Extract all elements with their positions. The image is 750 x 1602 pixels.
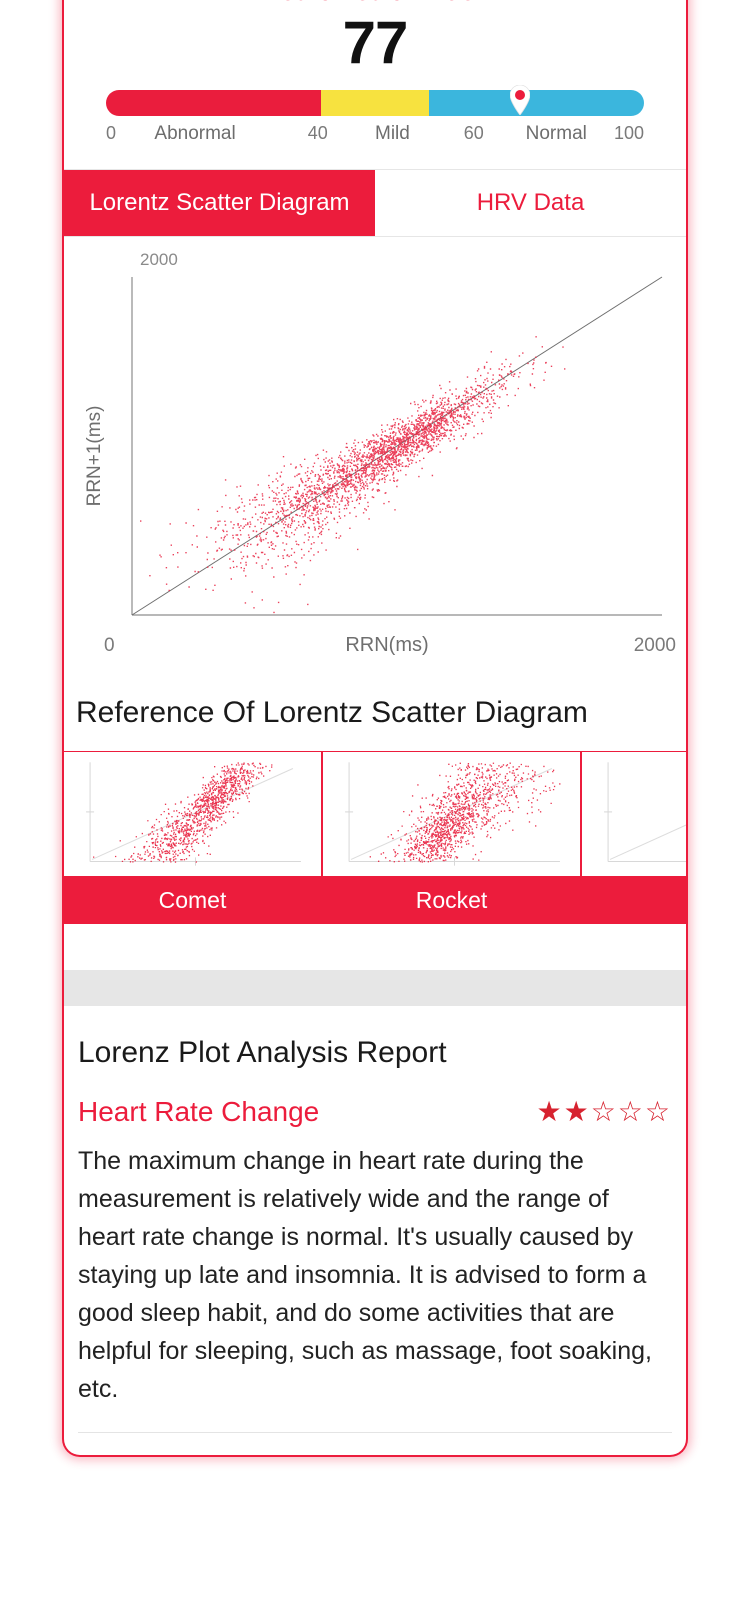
tab-lorentz-scatter-diagram[interactable]: Lorentz Scatter Diagram [64, 170, 375, 236]
gauge-zone-label-normal: Normal [525, 123, 587, 144]
tab-label: Lorentz Scatter Diagram [89, 189, 350, 216]
gauge-zone-label-abnormal: Abnormal [154, 123, 236, 144]
gauge-segment-mild [321, 90, 429, 116]
reference-card-label: Comet [64, 876, 321, 924]
reference-card-strip[interactable]: Comet Rocket [64, 751, 686, 924]
reference-card-comet[interactable]: Comet [64, 752, 323, 924]
svg-text:2000: 2000 [140, 250, 178, 269]
gauge-tick-60: 60 [463, 123, 484, 143]
health-gauge: 0 Abnormal 40 Mild 60 Normal 100 [64, 74, 686, 153]
reference-thumb-comet [64, 752, 321, 876]
gauge-segment-abnormal [106, 90, 322, 116]
reference-card-label: Rocket [323, 876, 580, 924]
star-rating: ★★☆☆☆ [536, 1096, 672, 1127]
report-metric-row: Heart Rate Change ★★☆☆☆ [64, 1092, 686, 1130]
gauge-track [106, 90, 644, 116]
svg-text:2000: 2000 [634, 635, 676, 656]
reference-thumb-rocket [323, 752, 580, 876]
gauge-marker-pin-icon [509, 84, 531, 116]
reference-card-rocket[interactable]: Rocket [323, 752, 582, 924]
svg-text:0: 0 [104, 635, 115, 656]
health-report-card: Heart Health Index 77 0 Abnormal [62, 0, 688, 1457]
reference-thumb-next [582, 752, 686, 876]
gauge-tick-40: 40 [307, 123, 328, 143]
gauge-tick-100: 100 [613, 123, 644, 143]
app-screen: Heart Health Index 77 0 Abnormal [0, 0, 750, 1602]
gauge-zone-label-mild: Mild [375, 123, 410, 144]
gauge-segment-normal [428, 90, 644, 116]
gauge-scale-labels: 0 Abnormal 40 Mild 60 Normal 100 [106, 123, 644, 153]
gauge-tick-0: 0 [106, 123, 117, 143]
health-index-score: 77 [342, 9, 409, 76]
svg-text:RRN(ms): RRN(ms) [345, 634, 428, 656]
reference-card-next[interactable] [582, 752, 686, 924]
section-divider-band [64, 970, 686, 1006]
tab-bar: Lorentz Scatter Diagram HRV Data [64, 169, 686, 237]
reference-card-label [582, 876, 686, 924]
tab-label: HRV Data [476, 189, 585, 216]
scatter-plot-svg: 2000 RRN+1(ms) 0 RRN(ms) 2000 [84, 250, 676, 656]
lorentz-scatter-chart: 2000 RRN+1(ms) 0 RRN(ms) 2000 [64, 237, 686, 677]
report-divider [78, 1432, 672, 1433]
report-metric-label: Heart Rate Change [78, 1096, 320, 1127]
reference-heading: Reference Of Lorentz Scatter Diagram [76, 696, 588, 729]
report-body-text: The maximum change in heart rate during … [78, 1147, 652, 1403]
section-spacer [64, 924, 686, 970]
report-title: Lorenz Plot Analysis Report [78, 1036, 447, 1069]
tab-hrv-data[interactable]: HRV Data [375, 170, 686, 236]
svg-text:RRN+1(ms): RRN+1(ms) [84, 406, 105, 507]
page-title: Heart Health Index [64, 0, 686, 8]
